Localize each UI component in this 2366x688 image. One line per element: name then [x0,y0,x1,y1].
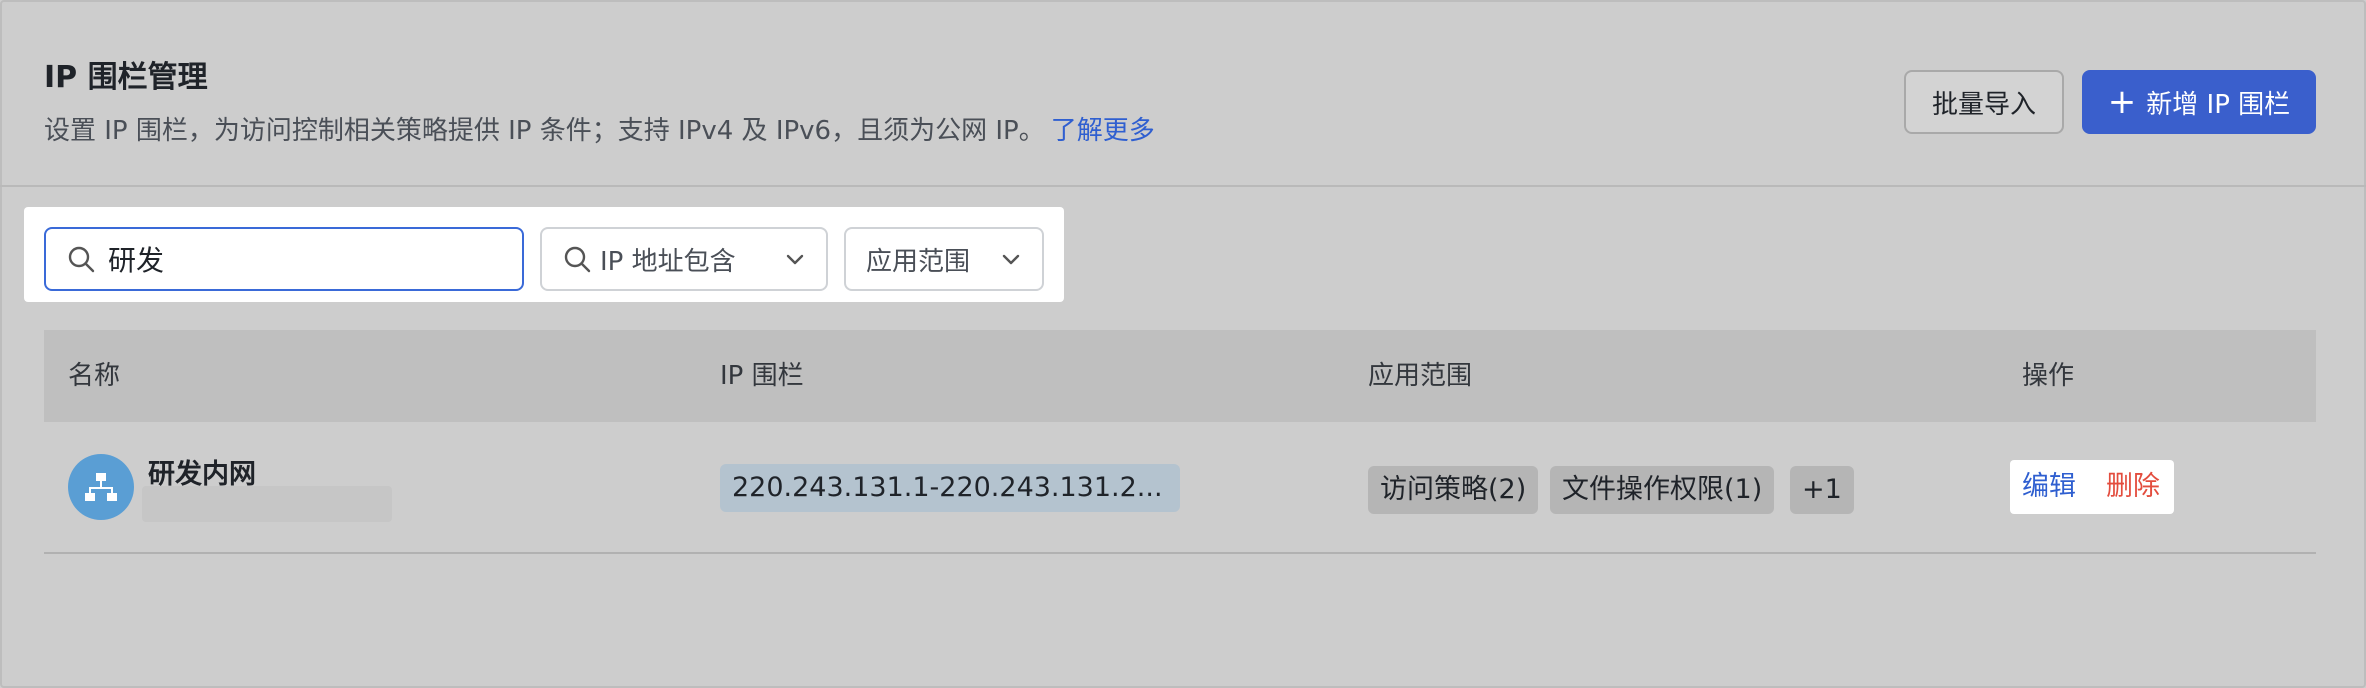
chevron-down-icon [1000,248,1022,270]
fence-description-placeholder [142,486,392,522]
add-ip-fence-button[interactable]: + 新增 IP 围栏 [2082,70,2316,134]
batch-import-label: 批量导入 [1931,89,2036,120]
ip-address-filter-dropdown[interactable]: IP 地址包含 [540,227,828,291]
table-row: 研发内网 220.243.131.1-220.243.131.2... 访问策略… [44,422,2316,552]
learn-more-link[interactable]: 了解更多 [1051,116,1155,146]
scope-filter-label: 应用范围 [866,246,971,277]
chevron-down-icon [784,248,806,270]
search-icon [562,244,592,274]
edit-link[interactable]: 编辑 [2022,460,2076,514]
search-box[interactable] [44,227,524,291]
row-actions: 编辑 删除 [2010,460,2174,514]
description-text: 设置 IP 围栏，为访问控制相关策略提供 IP 条件；支持 IPv4 及 IPv… [44,116,1045,146]
ip-filter-label: IP 地址包含 [600,246,736,277]
column-header-ip-fence: IP 围栏 [720,361,804,391]
plus-icon: + [2107,82,2137,122]
add-ip-fence-label: 新增 IP 围栏 [2146,89,2291,120]
header-divider [0,185,2366,187]
column-header-actions: 操作 [2022,361,2075,391]
delete-link[interactable]: 删除 [2106,460,2160,514]
network-icon [68,454,134,520]
scope-tag-more[interactable]: +1 [1790,466,1854,514]
page-description: 设置 IP 围栏，为访问控制相关策略提供 IP 条件；支持 IPv4 及 IPv… [44,110,1155,147]
page-title: IP 围栏管理 [44,60,208,95]
batch-import-button[interactable]: 批量导入 [1904,70,2064,134]
scope-tag: 文件操作权限(1) [1550,466,1775,514]
scope-tag: 访问策略(2) [1368,466,1539,514]
search-input[interactable] [106,241,490,277]
column-header-scope: 应用范围 [1368,361,1473,391]
column-header-name: 名称 [68,361,121,391]
search-icon [66,244,96,274]
table-header: 名称 IP 围栏 应用范围 操作 [44,330,2316,422]
filter-bar: IP 地址包含 应用范围 [24,207,1064,302]
row-divider [44,552,2316,554]
scope-filter-dropdown[interactable]: 应用范围 [844,227,1044,291]
ip-range-pill: 220.243.131.1-220.243.131.2... [720,464,1180,512]
